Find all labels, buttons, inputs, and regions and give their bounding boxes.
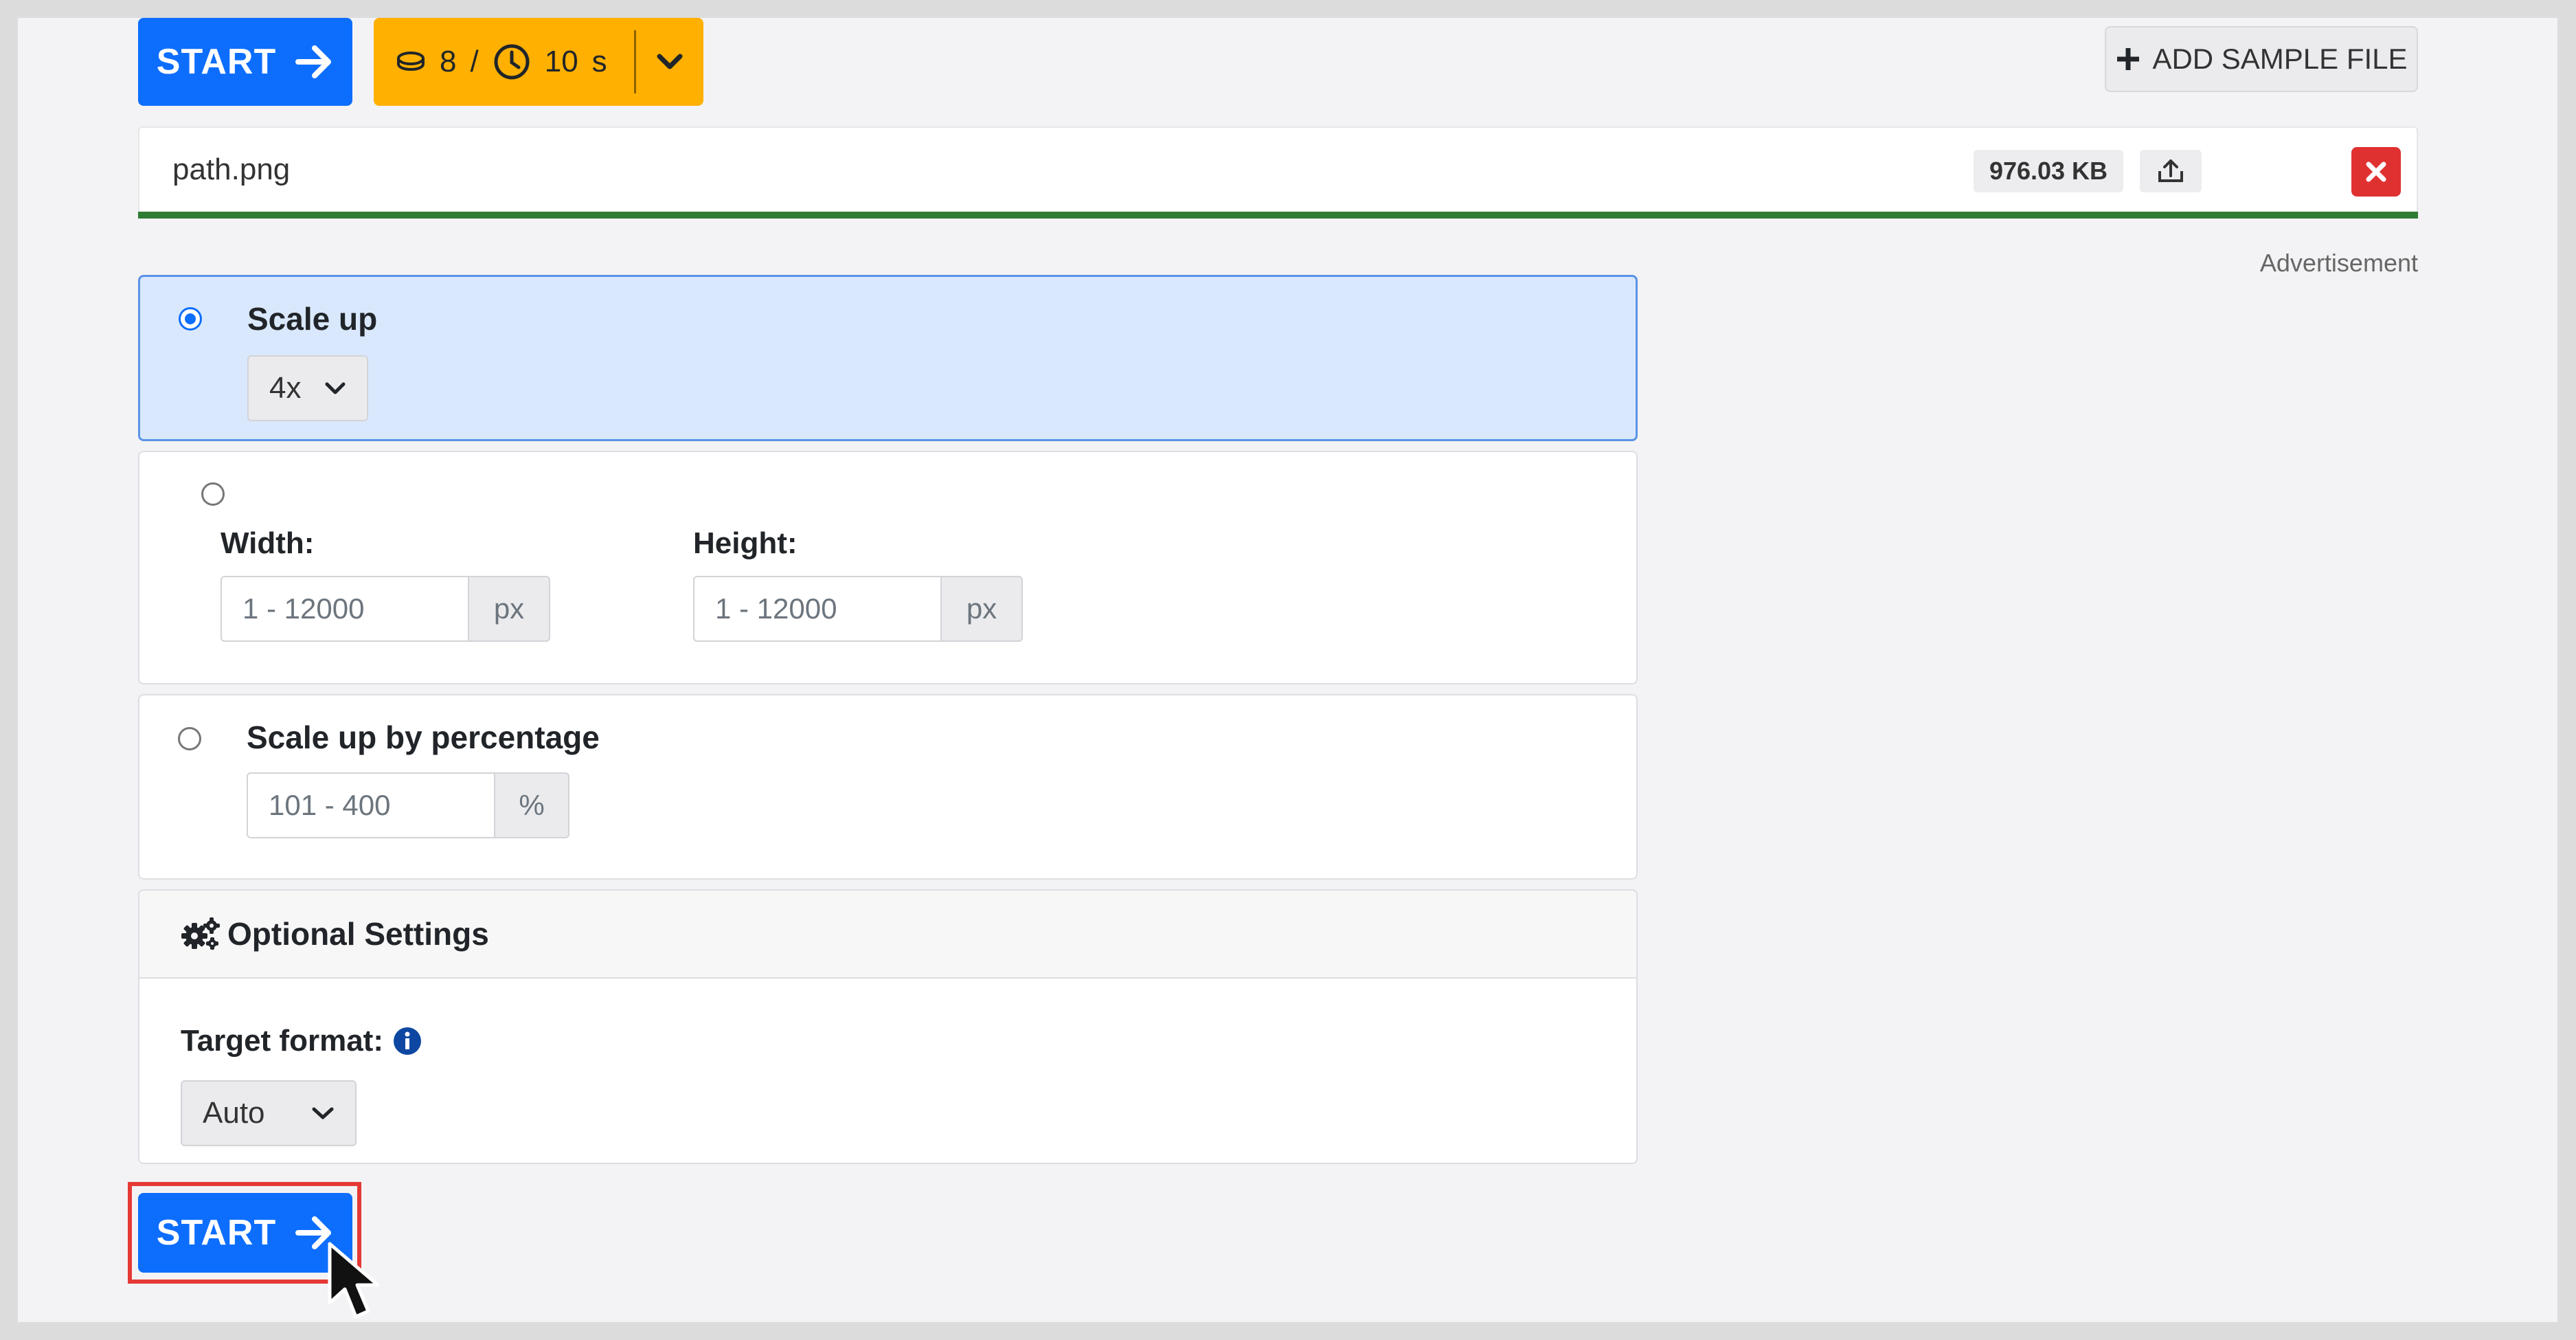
time-value: 10 (544, 45, 578, 78)
remove-file-button[interactable] (2351, 147, 2401, 197)
chevron-down-icon (312, 1107, 334, 1119)
credits-dropdown-toggle[interactable] (636, 18, 703, 106)
coins-icon (397, 52, 425, 71)
custom-dimensions-option[interactable]: Width: 1 - 12000 px Height: 1 - 12000 px (138, 451, 1638, 684)
file-name: path.png (172, 153, 291, 186)
optional-settings-title: Optional Settings (227, 916, 489, 952)
arrow-right-icon (295, 45, 332, 78)
width-input[interactable]: 1 - 12000 (221, 576, 469, 642)
width-placeholder: 1 - 12000 (242, 592, 365, 625)
gears-icon (181, 917, 220, 950)
info-icon[interactable] (393, 1027, 422, 1056)
upload-to-cloud-button[interactable] (2140, 150, 2202, 192)
custom-dimensions-radio[interactable] (201, 482, 225, 506)
add-sample-file-button[interactable]: ADD SAMPLE FILE (2105, 26, 2418, 92)
upload-icon (2158, 159, 2183, 182)
file-row: path.png 976.03 KB (138, 126, 2418, 212)
file-size-badge: 976.03 KB (1974, 150, 2123, 192)
time-unit: s (591, 45, 607, 78)
target-format-label: Target format: (181, 1024, 383, 1058)
width-unit: px (469, 576, 550, 642)
mouse-cursor-icon (328, 1242, 380, 1319)
percentage-radio[interactable] (178, 727, 201, 750)
credits-cost-button[interactable]: 8 / 10 s (374, 18, 703, 106)
scale-factor-value: 4x (269, 371, 302, 405)
plus-icon (2117, 48, 2140, 70)
scale-up-option[interactable]: Scale up 4x (138, 275, 1638, 441)
height-input-group: 1 - 12000 px (693, 576, 1023, 642)
chevron-down-icon (325, 382, 346, 394)
credits-separator: / (470, 45, 479, 78)
percentage-unit: % (495, 772, 569, 838)
target-format-row: Target format: (181, 1024, 422, 1058)
upload-progress-bar (138, 212, 2418, 219)
width-label: Width: (221, 526, 315, 560)
height-label: Height: (693, 526, 798, 560)
advertisement-label: Advertisement (2259, 249, 2418, 277)
percentage-option[interactable]: Scale up by percentage 101 - 400 % (138, 694, 1638, 880)
target-format-value: Auto (203, 1096, 265, 1130)
clock-icon (494, 44, 530, 80)
percentage-input[interactable]: 101 - 400 (247, 772, 495, 838)
target-format-select[interactable]: Auto (181, 1080, 357, 1146)
start-label: START (156, 1213, 277, 1253)
width-input-group: 1 - 12000 px (221, 576, 550, 642)
chevron-down-icon (657, 54, 683, 69)
scale-up-radio[interactable] (179, 307, 202, 331)
start-button-bottom[interactable]: START (138, 1193, 352, 1273)
percentage-input-group: 101 - 400 % (247, 772, 569, 838)
scale-up-label: Scale up (247, 301, 378, 337)
percentage-label: Scale up by percentage (247, 719, 600, 755)
start-button-top[interactable]: START (138, 18, 352, 106)
height-unit: px (942, 576, 1023, 642)
percentage-placeholder: 101 - 400 (269, 789, 391, 821)
optional-settings-header[interactable]: Optional Settings (139, 891, 1636, 979)
optional-settings-panel: Optional Settings Target format: Auto (138, 889, 1638, 1164)
close-icon (2366, 161, 2386, 182)
credits-count: 8 (440, 45, 457, 78)
scale-factor-select[interactable]: 4x (247, 355, 368, 421)
height-input[interactable]: 1 - 12000 (693, 576, 942, 642)
height-placeholder: 1 - 12000 (715, 592, 837, 625)
add-sample-label: ADD SAMPLE FILE (2152, 43, 2408, 75)
start-label: START (156, 42, 277, 82)
page: START 8 / 10 s ADD SAMPLE FILE path.png … (18, 18, 2557, 1322)
